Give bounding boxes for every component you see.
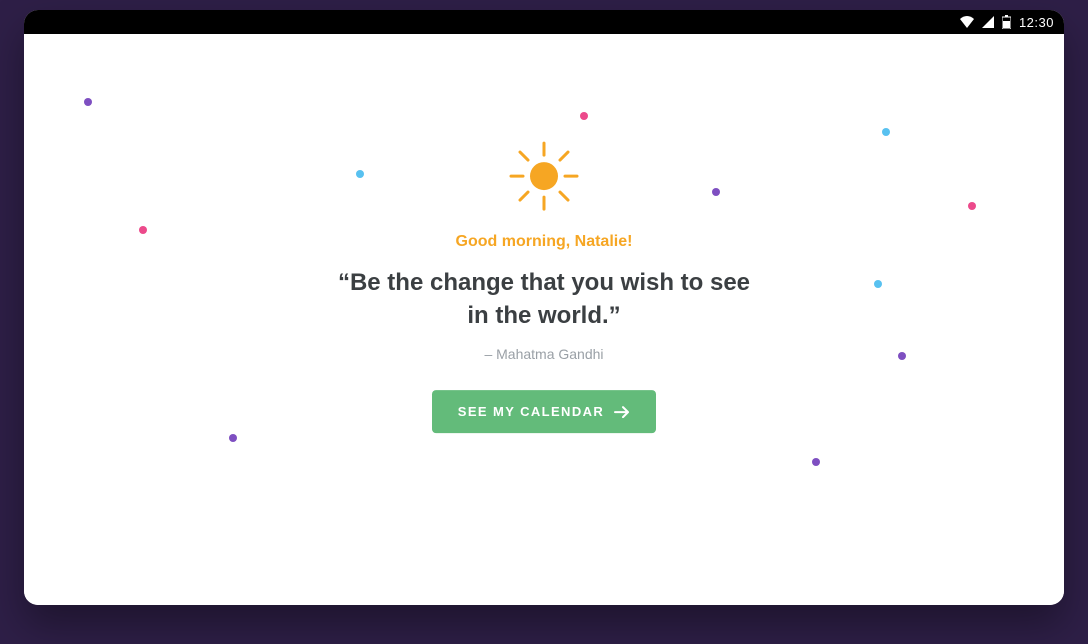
confetti-dot bbox=[882, 128, 890, 136]
confetti-dot bbox=[812, 458, 820, 466]
device-frame: 12:30 bbox=[24, 10, 1064, 605]
status-bar: 12:30 bbox=[24, 10, 1064, 34]
confetti-dot bbox=[229, 434, 237, 442]
confetti-dot bbox=[874, 280, 882, 288]
status-time: 12:30 bbox=[1019, 15, 1054, 30]
welcome-screen: Good morning, Natalie! “Be the change th… bbox=[24, 34, 1064, 605]
quote-attribution: – Mahatma Gandhi bbox=[284, 346, 804, 362]
quote-text: “Be the change that you wish to see in t… bbox=[334, 267, 754, 332]
cta-label: SEE MY CALENDAR bbox=[458, 404, 604, 419]
greeting-text: Good morning, Natalie! bbox=[284, 233, 804, 251]
sun-icon bbox=[284, 137, 804, 215]
battery-icon bbox=[1002, 15, 1011, 29]
cell-signal-icon bbox=[982, 16, 994, 28]
see-calendar-button[interactable]: SEE MY CALENDAR bbox=[432, 390, 656, 433]
confetti-dot bbox=[968, 202, 976, 210]
confetti-dot bbox=[84, 98, 92, 106]
arrow-right-icon bbox=[614, 406, 630, 418]
center-stack: Good morning, Natalie! “Be the change th… bbox=[284, 137, 804, 433]
confetti-dot bbox=[580, 112, 588, 120]
confetti-dot bbox=[898, 352, 906, 360]
wifi-icon bbox=[960, 16, 974, 28]
confetti-dot bbox=[139, 226, 147, 234]
